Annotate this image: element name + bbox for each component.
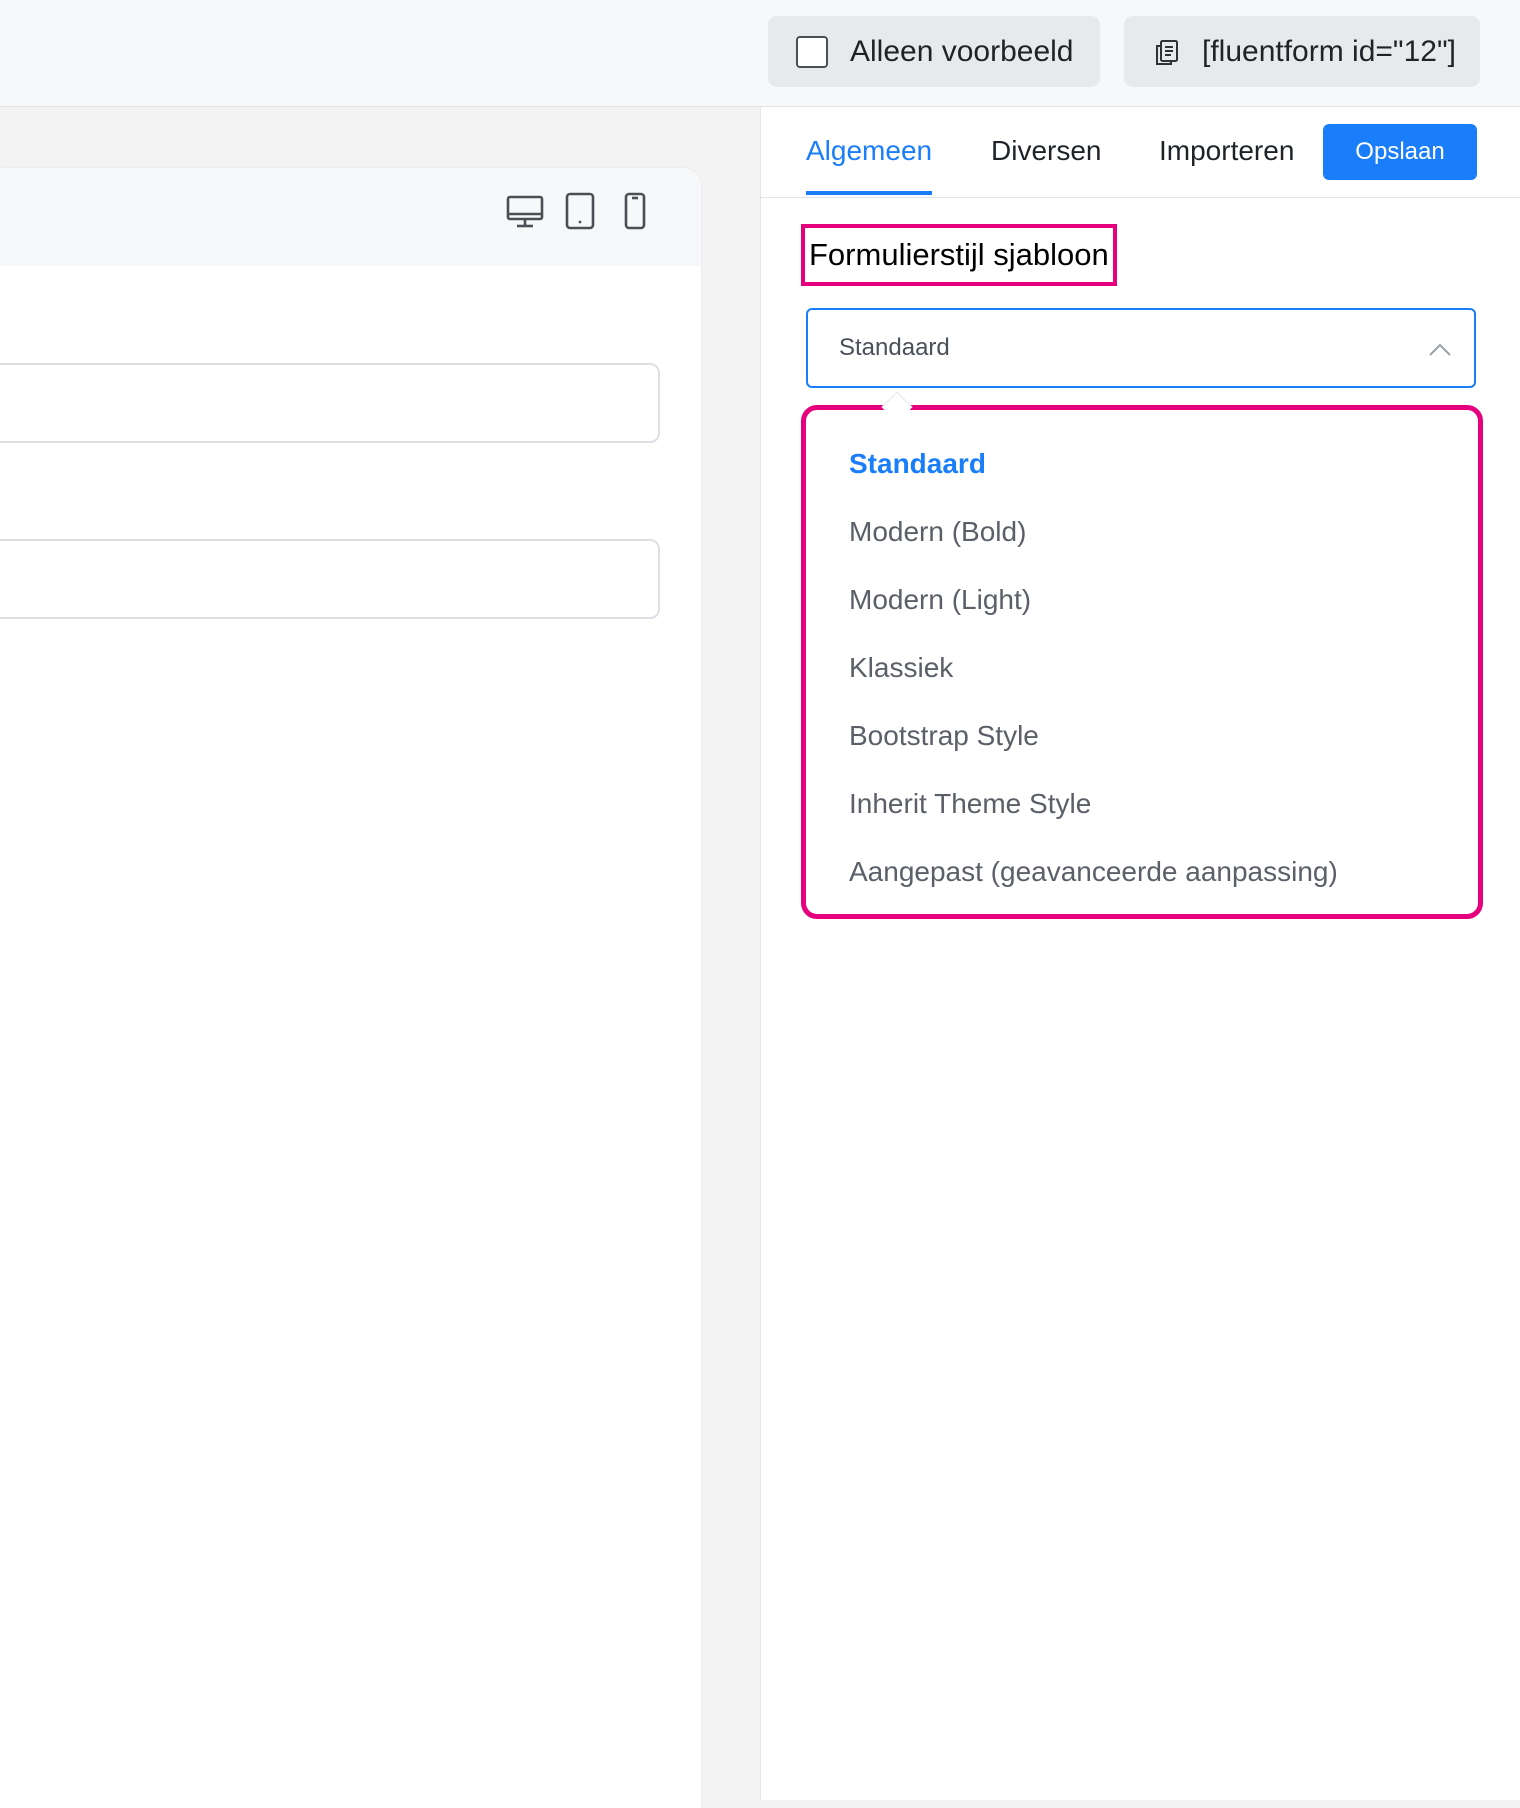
form-style-dropdown: Standaard Modern (Bold) Modern (Light) K… bbox=[801, 391, 1483, 919]
form-canvas bbox=[0, 168, 701, 1808]
preview-only-label: Alleen voorbeeld bbox=[850, 34, 1074, 68]
form-style-select-value: Standaard bbox=[839, 334, 950, 361]
dropdown-option-aangepast[interactable]: Aangepast (geavanceerde aanpassing) bbox=[849, 852, 1338, 892]
chevron-up-icon bbox=[1429, 343, 1451, 356]
dropdown-option-modern-bold[interactable]: Modern (Bold) bbox=[849, 512, 1026, 552]
save-button[interactable]: Opslaan bbox=[1323, 124, 1477, 180]
form-field-input[interactable] bbox=[0, 539, 660, 619]
top-bar: Alleen voorbeeld [fluentform id="12"] bbox=[0, 0, 1520, 107]
desktop-icon[interactable] bbox=[504, 190, 546, 232]
form-field-input[interactable] bbox=[0, 363, 660, 443]
dropdown-option-standaard[interactable]: Standaard bbox=[849, 444, 986, 484]
dropdown-caret bbox=[881, 391, 913, 423]
tablet-icon[interactable] bbox=[559, 190, 601, 232]
dropdown-option-klassiek[interactable]: Klassiek bbox=[849, 648, 953, 688]
dropdown-option-bootstrap-style[interactable]: Bootstrap Style bbox=[849, 716, 1039, 756]
tab-importeren[interactable]: Importeren bbox=[1159, 135, 1294, 191]
dropdown-option-inherit-theme-style[interactable]: Inherit Theme Style bbox=[849, 784, 1091, 824]
form-style-select[interactable]: Standaard bbox=[806, 308, 1476, 388]
mobile-icon[interactable] bbox=[614, 190, 656, 232]
settings-tabs: Algemeen Diversen Importeren Opslaan bbox=[761, 107, 1520, 198]
settings-panel: Algemeen Diversen Importeren Opslaan For… bbox=[760, 107, 1520, 1800]
copy-icon bbox=[1156, 39, 1178, 65]
shortcode-label: [fluentform id="12"] bbox=[1202, 34, 1456, 68]
tab-algemeen[interactable]: Algemeen bbox=[806, 135, 933, 195]
form-style-template-label: Formulierstijl sjabloon bbox=[801, 224, 1117, 286]
copy-shortcode-button[interactable]: [fluentform id="12"] bbox=[1124, 16, 1480, 87]
dropdown-option-modern-light[interactable]: Modern (Light) bbox=[849, 580, 1031, 620]
tab-diversen[interactable]: Diversen bbox=[991, 135, 1101, 191]
preview-only-toggle[interactable]: Alleen voorbeeld bbox=[768, 16, 1100, 87]
preview-only-checkbox[interactable] bbox=[796, 35, 828, 68]
canvas-header bbox=[0, 168, 701, 266]
